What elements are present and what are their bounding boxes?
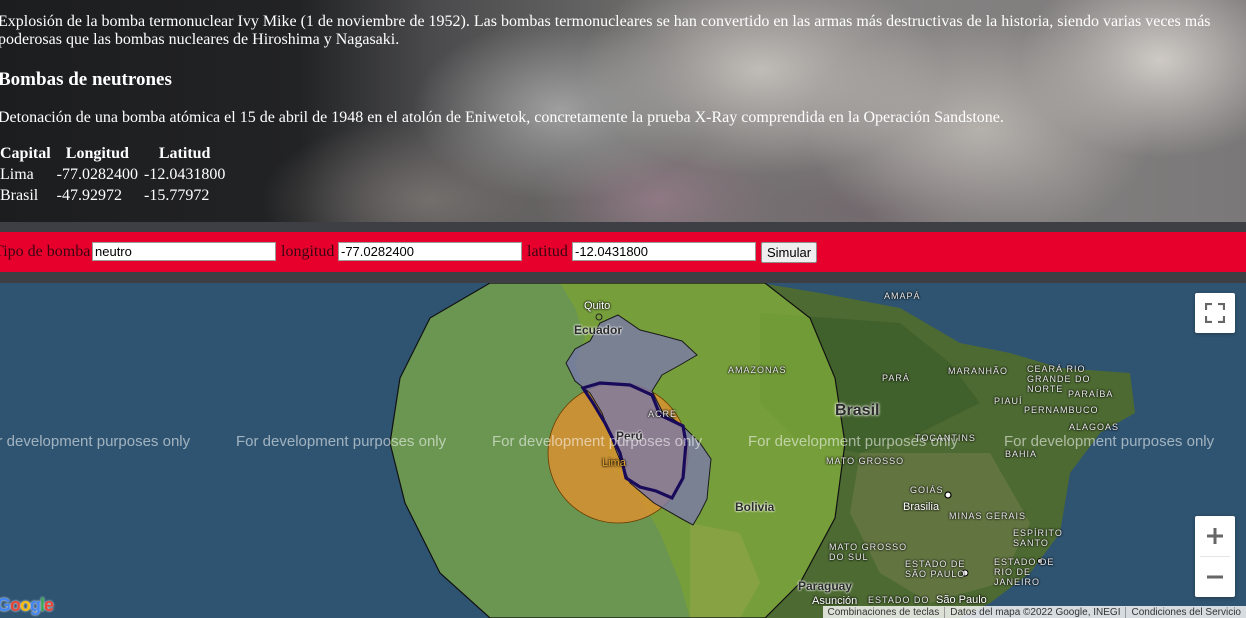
label-paraguay: Paraguay (798, 579, 853, 593)
map-view[interactable]: Quito Ecuador Perú Lima Bolivia Brasil A… (0, 283, 1246, 618)
section-heading: Bombas de neutrones (0, 69, 172, 90)
label-minas-gerais: MINAS GERAIS (949, 511, 1027, 521)
table-cell: Lima (0, 166, 34, 183)
label-alagoas: ALAGOAS (1069, 422, 1120, 432)
dev-watermark: For development purposes only (748, 433, 959, 450)
dev-watermark: For development purposes only (236, 433, 447, 450)
x-ray-description: Detonación de una bomba atómica el 15 de… (0, 109, 1004, 126)
label-bolivia: Bolivia (735, 500, 775, 514)
longitude-input[interactable] (338, 242, 522, 261)
map-data-credit: Datos del mapa ©2022 Google, INEGI (944, 606, 1125, 618)
table-row: Lima -77.0282400 -12.0431800 (0, 165, 228, 186)
bomb-type-label: Tipo de bomba (0, 243, 91, 260)
zoom-controls (1195, 516, 1235, 597)
table-cell: -12.0431800 (144, 166, 226, 183)
google-logo[interactable]: Google (0, 595, 54, 616)
table-cell: -15.77972 (144, 187, 210, 204)
ivy-mike-description: Explosión de la bomba termonuclear Ivy M… (0, 13, 1211, 48)
brasilia-marker (944, 491, 952, 499)
table-header: Latitud (158, 145, 211, 162)
label-amapa: AMAPÁ (884, 291, 921, 301)
dev-watermark: For development purposes only (0, 433, 191, 450)
terms-of-service-link[interactable]: Condiciones del Servicio (1125, 606, 1246, 618)
label-goias: GOIÁS (910, 485, 944, 495)
label-rio-de-janeiro: ESTADO DE RIO DE JANEIRO (994, 557, 1055, 587)
zoom-in-button[interactable] (1195, 516, 1235, 556)
label-ceara: CEARÁ (1027, 364, 1064, 374)
fullscreen-button[interactable] (1195, 293, 1235, 333)
bomb-type-input[interactable] (92, 242, 276, 261)
zoom-out-button[interactable] (1195, 557, 1235, 597)
label-ecuador: Ecuador (574, 323, 623, 337)
divider (0, 272, 1246, 283)
table-cell: -77.0282400 (56, 166, 138, 183)
dev-watermark: For development purposes only (492, 433, 703, 450)
latitude-input[interactable] (572, 242, 756, 261)
minus-icon (1207, 575, 1223, 579)
label-espirito-santo: ESPÍRITO SANTO (1013, 528, 1063, 548)
label-amazonas: AMAZONAS (728, 365, 787, 375)
table-cell: -47.92972 (56, 187, 122, 204)
label-sao-paulo-state: ESTADO DE SÃO PAULO (905, 559, 966, 579)
keyboard-shortcuts-link[interactable]: Combinaciones de teclas (823, 607, 945, 618)
divider (0, 222, 1246, 232)
label-brasilia: Brasilia (903, 501, 940, 513)
label-mato-grosso-do-sul: MATO GROSSO DO SUL (829, 542, 908, 562)
dev-watermark: For development purposes only (1004, 433, 1215, 450)
capitals-table: Capital Longitud Latitud Lima -77.028240… (0, 144, 228, 207)
latitude-label: latitud (527, 243, 568, 260)
label-mato-grosso: MATO GROSSO (826, 456, 905, 466)
simulate-button[interactable]: Simular (761, 242, 818, 263)
table-cell: Brasil (0, 187, 39, 204)
table-header-row: Capital Longitud Latitud (0, 144, 228, 165)
label-para: PARÁ (882, 373, 910, 383)
label-estado-do: ESTADO DO (868, 595, 930, 605)
hero-banner: Explosión de la bomba termonuclear Ivy M… (0, 0, 1246, 222)
table-header: Capital (0, 145, 51, 162)
label-lima: Lima (602, 457, 626, 469)
label-brasil: Brasil (835, 402, 880, 419)
label-acre: ACRE (648, 409, 678, 419)
table-row: Brasil -47.92972 -15.77972 (0, 186, 228, 207)
simulation-controls: Tipo de bomba longitud latitud Simular (0, 232, 1246, 272)
label-quito: Quito (584, 300, 611, 312)
plus-icon (1207, 528, 1223, 544)
label-bahia: BAHIA (1005, 449, 1038, 459)
label-sao-paulo: São Paulo (936, 594, 987, 606)
label-maranhao: MARANHÃO (948, 366, 1009, 376)
map-attribution: Combinaciones de teclas Datos del mapa ©… (822, 606, 1246, 618)
longitude-label: longitud (281, 243, 335, 260)
label-piaui: PIAUÍ (994, 396, 1023, 406)
label-paraiba: PARAÍBA (1068, 389, 1114, 399)
table-header: Longitud (65, 145, 129, 162)
label-pernambuco: PERNAMBUCO (1024, 405, 1099, 415)
fullscreen-icon (1205, 303, 1225, 323)
